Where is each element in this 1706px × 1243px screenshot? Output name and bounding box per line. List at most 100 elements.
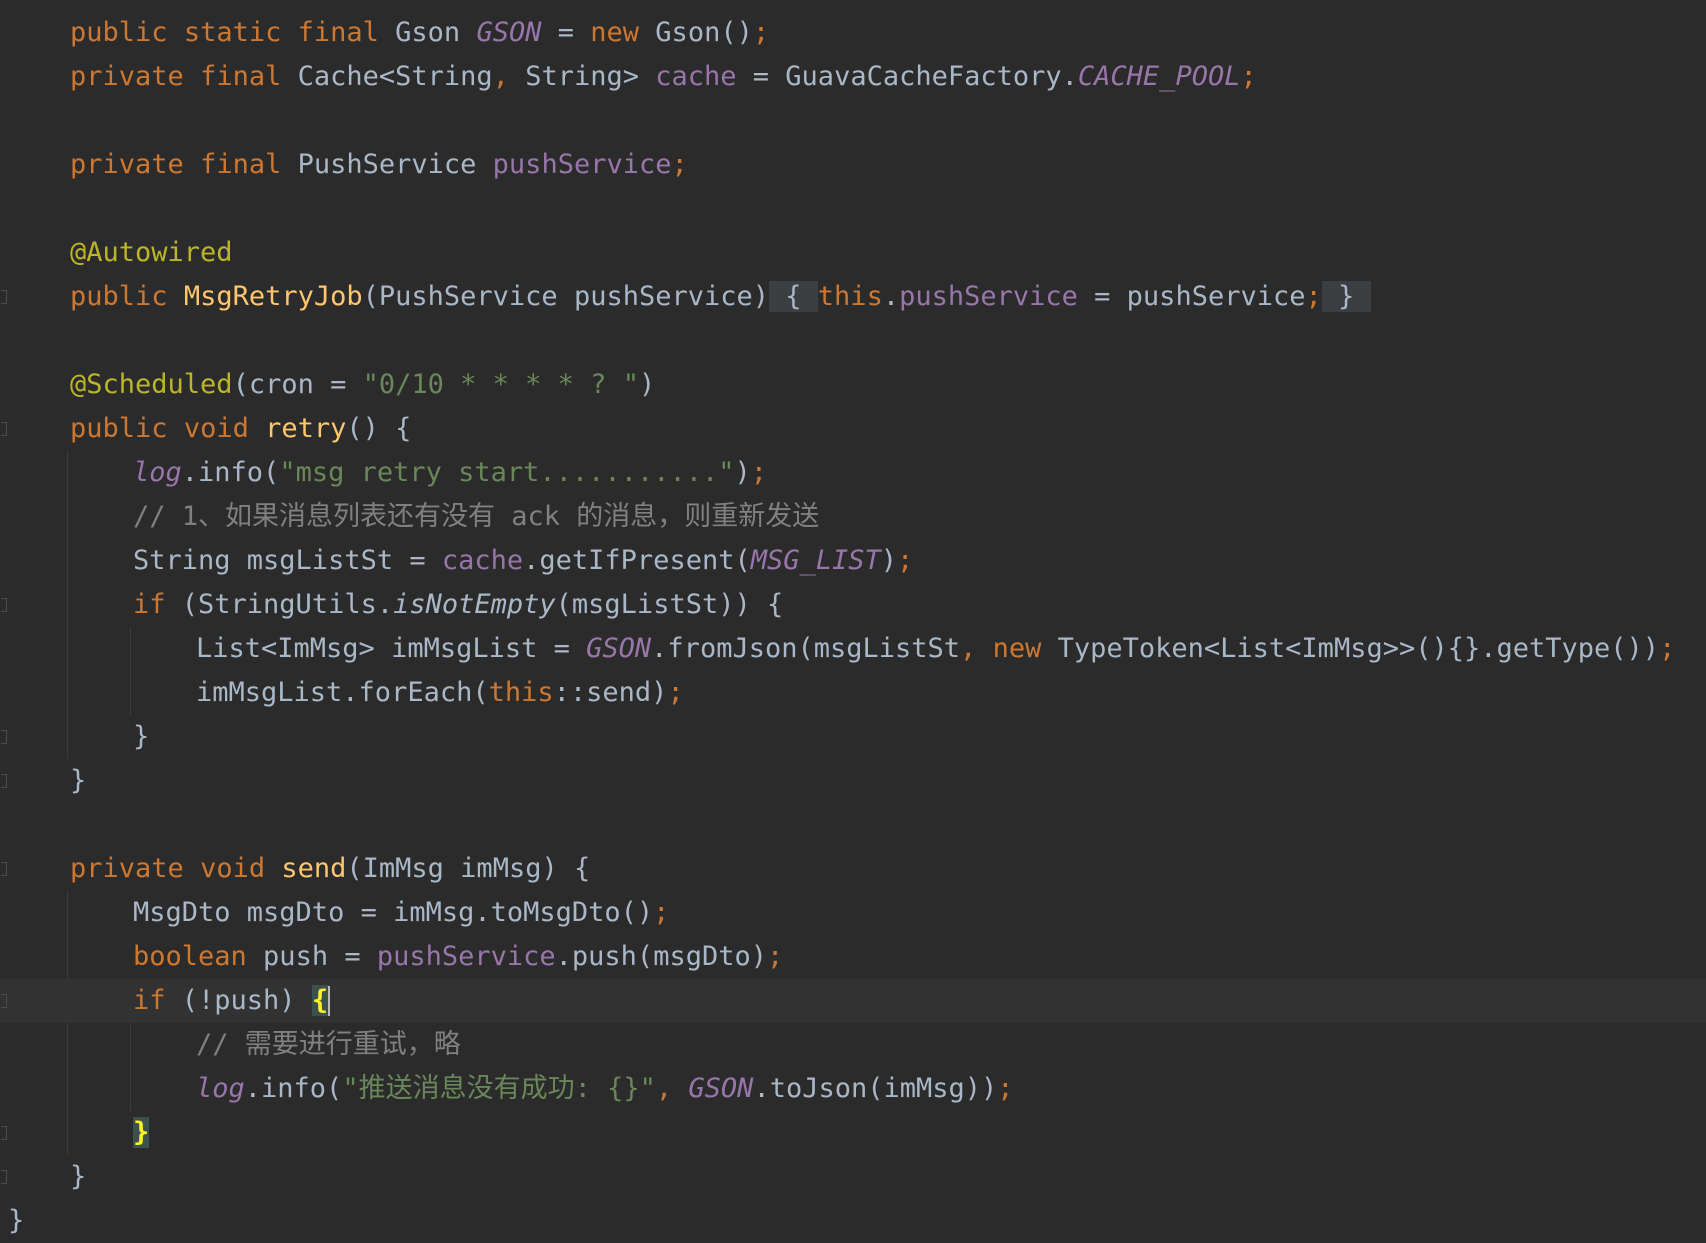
code-token: boolean: [133, 941, 247, 972]
code-token: new: [992, 633, 1042, 664]
code-token: (StringUtils.: [165, 589, 394, 620]
code-token: ::send): [553, 677, 668, 708]
code-token: @Autowired: [70, 237, 233, 268]
fold-marker-icon[interactable]: [1, 730, 7, 744]
code-token: private: [70, 149, 184, 180]
code-line-text: log.info("推送消息没有成功: {}", GSON.toJson(imM…: [196, 1067, 1014, 1111]
code-token: final: [200, 149, 282, 180]
fold-marker-icon[interactable]: [1, 1170, 7, 1184]
code-line[interactable]: String msgListSt = cache.getIfPresent(MS…: [0, 539, 1706, 583]
fold-marker-icon[interactable]: [1, 774, 7, 788]
code-token: ,: [492, 61, 509, 92]
fold-marker-icon[interactable]: [1, 598, 7, 612]
code-line[interactable]: MsgDto msgDto = imMsg.toMsgDto();: [0, 891, 1706, 935]
code-line[interactable]: // 1、如果消息列表还有没有 ack 的消息，则重新发送: [0, 495, 1706, 539]
code-token: cache: [655, 61, 737, 92]
code-token: "msg retry start...........": [279, 457, 735, 488]
code-line[interactable]: public static final Gson GSON = new Gson…: [0, 11, 1706, 55]
code-line-text: if (!push) {: [133, 979, 329, 1023]
code-line[interactable]: }: [0, 1155, 1706, 1199]
code-token: public: [70, 17, 168, 48]
code-line[interactable]: }: [0, 1199, 1706, 1243]
code-token: void: [183, 413, 249, 444]
fold-marker-icon[interactable]: [1, 290, 7, 304]
code-line[interactable]: [0, 803, 1706, 847]
code-token: .fromJson(msgListSt: [651, 633, 961, 664]
code-line[interactable]: log.info("推送消息没有成功: {}", GSON.toJson(imM…: [0, 1067, 1706, 1111]
code-token: if: [133, 985, 166, 1016]
code-line-text: // 需要进行重试，略: [196, 1023, 461, 1067]
code-line[interactable]: boolean push = pushService.push(msgDto);: [0, 935, 1706, 979]
code-line[interactable]: if (StringUtils.isNotEmpty(msgListSt)) {: [0, 583, 1706, 627]
code-line[interactable]: private void send(ImMsg imMsg) {: [0, 847, 1706, 891]
code-line[interactable]: [0, 99, 1706, 143]
code-line[interactable]: if (!push) {: [0, 979, 1706, 1023]
code-token: this: [488, 677, 554, 708]
code-token: }: [8, 1205, 25, 1236]
code-line[interactable]: List<ImMsg> imMsgList = GSON.fromJson(ms…: [0, 627, 1706, 671]
code-line[interactable]: }: [0, 1111, 1706, 1155]
code-token: if: [133, 589, 166, 620]
code-token: send: [281, 853, 347, 884]
code-line-text: private final PushService pushService;: [70, 143, 688, 187]
code-line[interactable]: private final Cache<String, String> cach…: [0, 55, 1706, 99]
code-line[interactable]: }: [0, 759, 1706, 803]
code-token: }: [70, 1161, 87, 1192]
code-token: log: [196, 1073, 245, 1104]
fold-marker-icon[interactable]: [1, 1126, 7, 1140]
code-token: static: [183, 17, 282, 48]
fold-marker-icon[interactable]: [1, 862, 7, 876]
code-token: ;: [766, 941, 784, 972]
code-token: (msgListSt)) {: [555, 589, 784, 620]
code-line[interactable]: public void retry() {: [0, 407, 1706, 451]
code-token: "推送消息没有成功: {}": [342, 1073, 656, 1104]
code-token: ): [638, 369, 656, 400]
code-token: public: [70, 413, 168, 444]
code-line-text: // 1、如果消息列表还有没有 ack 的消息，则重新发送: [133, 495, 819, 539]
code-token: GSON: [476, 17, 542, 48]
code-token: cache: [441, 545, 524, 576]
text-caret: [328, 986, 330, 1016]
code-line-text: List<ImMsg> imMsgList = GSON.fromJson(ms…: [196, 627, 1675, 671]
code-token: ;: [1240, 61, 1257, 92]
code-token: (!push): [165, 985, 312, 1016]
code-token: (ImMsg imMsg) {: [346, 853, 591, 884]
code-line[interactable]: }: [0, 715, 1706, 759]
code-token: push =: [246, 941, 377, 972]
code-line[interactable]: log.info("msg retry start...........");: [0, 451, 1706, 495]
code-line[interactable]: [0, 319, 1706, 363]
code-line[interactable]: public MsgRetryJob(PushService pushServi…: [0, 275, 1706, 319]
code-token: ;: [897, 545, 914, 576]
code-token: PushService: [281, 149, 493, 180]
code-line[interactable]: [0, 187, 1706, 231]
code-token: ): [880, 545, 898, 576]
code-token: =: [541, 17, 591, 48]
code-token: ;: [750, 457, 768, 488]
code-token: ;: [1659, 633, 1676, 664]
code-line[interactable]: // 需要进行重试，略: [0, 1023, 1706, 1067]
code-token: List<ImMsg> imMsgList =: [196, 633, 587, 664]
code-token: ;: [1305, 281, 1322, 312]
code-line[interactable]: @Autowired: [0, 231, 1706, 275]
code-editor[interactable]: public static final Gson GSON = new Gson…: [0, 0, 1706, 1242]
fold-marker-icon[interactable]: [1, 994, 7, 1008]
code-line[interactable]: private final PushService pushService;: [0, 143, 1706, 187]
code-line-text: MsgDto msgDto = imMsg.toMsgDto();: [133, 891, 669, 935]
code-token: ;: [752, 17, 770, 48]
code-token: pushService: [492, 149, 672, 180]
fold-marker-icon[interactable]: [1, 422, 7, 436]
code-line[interactable]: imMsgList.forEach(this::send);: [0, 671, 1706, 715]
code-token: private: [70, 61, 184, 92]
code-line[interactable]: @Scheduled(cron = "0/10 * * * * ? "): [0, 363, 1706, 407]
code-token: pushService: [899, 281, 1078, 312]
code-token: imMsgList.forEach(: [196, 677, 489, 708]
code-token: (cron =: [232, 369, 363, 400]
